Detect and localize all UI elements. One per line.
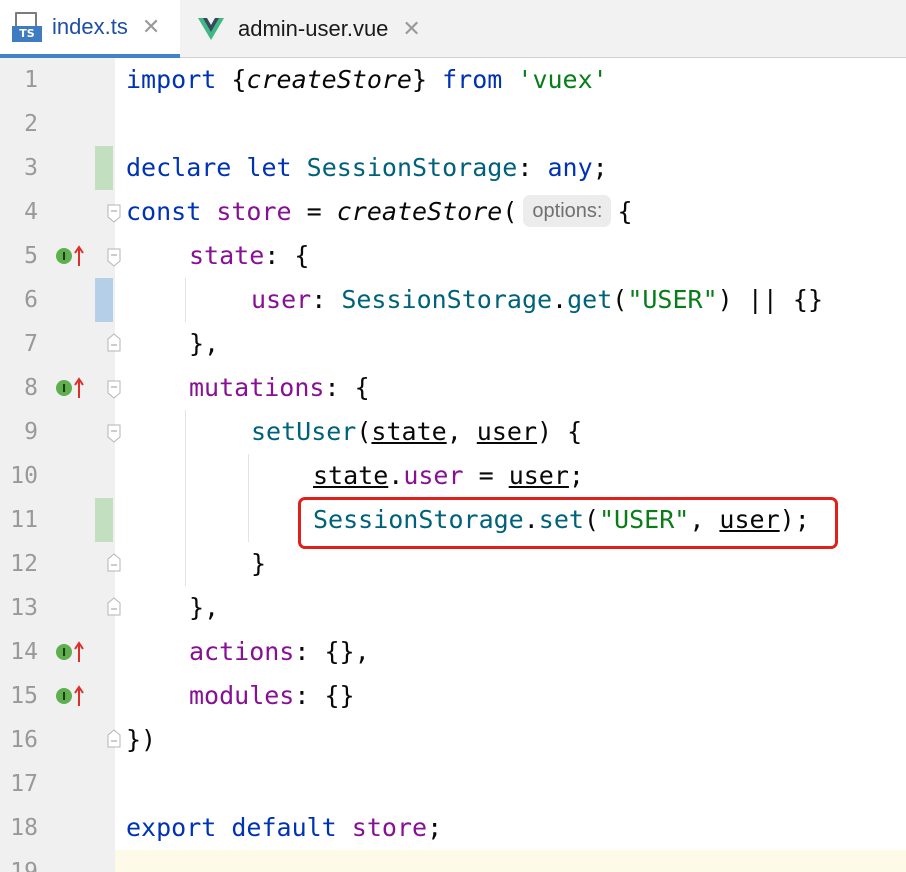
line-number: 6 — [24, 287, 38, 313]
code-line: 7 }, — [0, 322, 906, 366]
line-number: 13 — [10, 595, 38, 621]
line-number: 5 — [24, 243, 38, 269]
fold-icon[interactable] — [104, 190, 124, 234]
tab-admin-user-vue[interactable]: admin-user.vue ✕ — [180, 0, 442, 58]
code-text[interactable]: user: SessionStorage.get("USER") || {} — [251, 278, 823, 322]
line-number: 19 — [10, 859, 38, 872]
code-line: 1 import {createStore} from 'vuex' — [0, 58, 906, 102]
tab-label: index.ts — [52, 14, 128, 39]
code-line: 4 const store = createStore(options:{ — [0, 190, 906, 234]
line-number: 11 — [10, 507, 38, 533]
code-text[interactable]: state: { — [189, 234, 309, 278]
implementation-gutter-icon[interactable]: I — [55, 640, 87, 664]
added-line-marker[interactable] — [95, 146, 113, 190]
code-line: 8 I mutations: { — [0, 366, 906, 410]
code-text[interactable]: import {createStore} from 'vuex' — [126, 58, 608, 102]
tab-label: admin-user.vue — [238, 16, 389, 41]
line-number: 16 — [10, 727, 38, 753]
line-number: 4 — [24, 199, 38, 225]
implementation-gutter-icon[interactable]: I — [55, 684, 87, 708]
code-line: 18 export default store; — [0, 806, 906, 850]
code-line: 9 setUser(state, user) { — [0, 410, 906, 454]
code-line: 15 I modules: {} — [0, 674, 906, 718]
line-number: 3 — [24, 155, 38, 181]
fold-end-icon[interactable] — [104, 542, 124, 586]
line-number: 1 — [24, 67, 38, 93]
line-number: 12 — [10, 551, 38, 577]
line-number: 2 — [24, 111, 38, 137]
close-icon[interactable]: ✕ — [402, 17, 420, 42]
line-number: 10 — [10, 463, 38, 489]
code-text[interactable]: mutations: { — [189, 366, 370, 410]
code-text[interactable]: }) — [126, 718, 156, 762]
svg-text:I: I — [62, 250, 66, 263]
parameter-hint: options: — [523, 195, 612, 227]
fold-end-icon[interactable] — [104, 718, 124, 762]
implementation-gutter-icon[interactable]: I — [55, 376, 87, 400]
code-text[interactable]: modules: {} — [189, 674, 355, 718]
modified-line-marker[interactable] — [95, 278, 113, 322]
line-number: 15 — [10, 683, 38, 709]
vue-file-icon — [198, 18, 224, 40]
code-line: 2 — [0, 102, 906, 146]
code-text[interactable]: declare let SessionStorage: any; — [126, 146, 608, 190]
fold-end-icon[interactable] — [104, 322, 124, 366]
code-line: 13 }, — [0, 586, 906, 630]
fold-icon[interactable] — [104, 234, 124, 278]
fold-icon[interactable] — [104, 410, 124, 454]
svg-text:I: I — [62, 382, 66, 395]
code-text[interactable]: state.user = user; — [313, 454, 584, 498]
line-number: 17 — [10, 771, 38, 797]
code-line: 6 user: SessionStorage.get("USER") || {} — [0, 278, 906, 322]
code-line: 19 — [0, 850, 906, 872]
line-number: 9 — [24, 419, 38, 445]
code-line: 17 — [0, 762, 906, 806]
added-line-marker[interactable] — [95, 498, 113, 542]
code-line: 14 I actions: {}, — [0, 630, 906, 674]
fold-end-icon[interactable] — [104, 586, 124, 630]
code-line: 16 }) — [0, 718, 906, 762]
highlight-annotation-box — [298, 497, 838, 549]
code-text[interactable]: export default store; — [126, 806, 442, 850]
code-line: 10 state.user = user; — [0, 454, 906, 498]
tab-index-ts[interactable]: TS index.ts ✕ — [0, 0, 180, 58]
code-text[interactable]: }, — [189, 586, 219, 630]
code-text[interactable]: } — [251, 542, 266, 586]
code-text[interactable]: setUser(state, user) { — [251, 410, 582, 454]
line-number: 18 — [10, 815, 38, 841]
code-line: 5 I state: { — [0, 234, 906, 278]
svg-text:I: I — [62, 690, 66, 703]
code-text[interactable]: const store = createStore(options:{ — [126, 190, 633, 234]
line-number: 8 — [24, 375, 38, 401]
line-number: 7 — [24, 331, 38, 357]
code-text[interactable]: actions: {}, — [189, 630, 370, 674]
typescript-file-icon: TS — [12, 12, 42, 42]
editor-tab-bar: TS index.ts ✕ admin-user.vue ✕ — [0, 0, 906, 58]
code-line: 3 declare let SessionStorage: any; — [0, 146, 906, 190]
line-number: 14 — [10, 639, 38, 665]
fold-icon[interactable] — [104, 366, 124, 410]
close-icon[interactable]: ✕ — [142, 15, 160, 40]
implementation-gutter-icon[interactable]: I — [55, 244, 87, 268]
code-text[interactable]: }, — [189, 322, 219, 366]
svg-text:I: I — [62, 646, 66, 659]
